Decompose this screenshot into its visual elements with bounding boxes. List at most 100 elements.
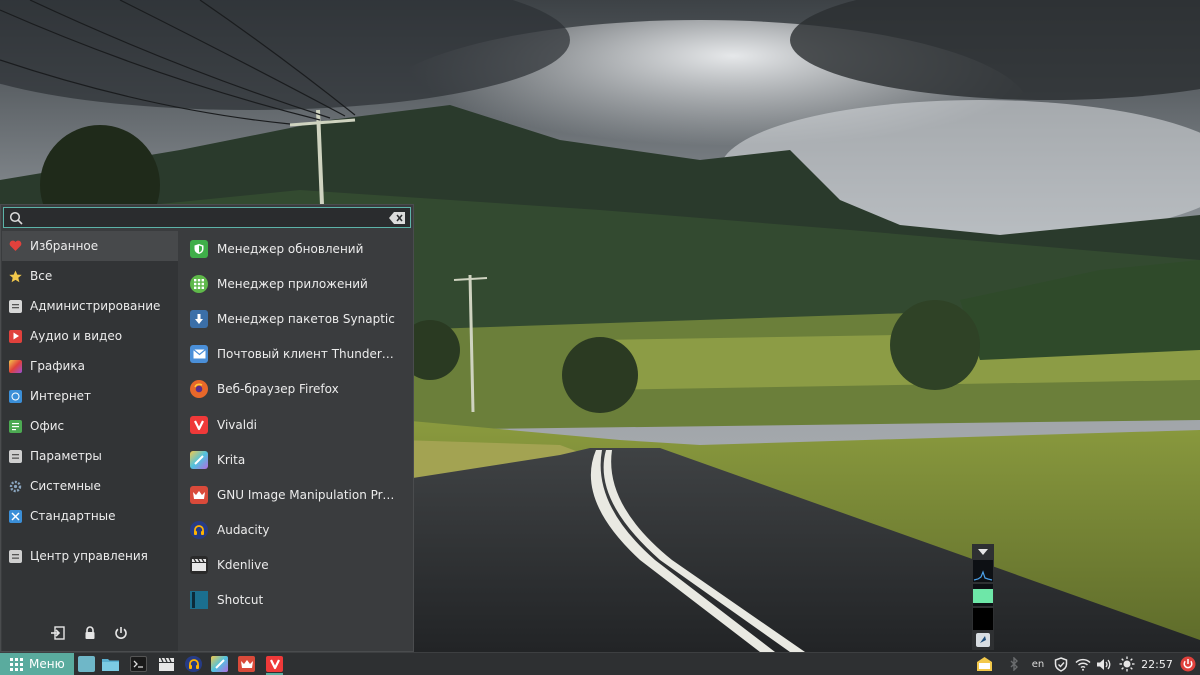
redshift-sun-icon[interactable] bbox=[1118, 656, 1136, 672]
category-label: Центр управления bbox=[30, 549, 148, 563]
category-administration[interactable]: Администрирование bbox=[2, 291, 178, 321]
clapper-icon bbox=[190, 556, 208, 575]
office-icon bbox=[9, 419, 22, 433]
menu-button[interactable]: Меню bbox=[0, 653, 74, 675]
app-thunderbird[interactable]: Почтовый клиент Thunderbird bbox=[181, 337, 413, 372]
power-icon[interactable] bbox=[113, 625, 129, 641]
system-monitor-icon[interactable] bbox=[973, 560, 993, 582]
category-internet[interactable]: Интернет bbox=[2, 381, 178, 411]
file-manager-icon[interactable] bbox=[102, 656, 119, 672]
app-label: Менеджер пакетов Synaptic bbox=[217, 311, 395, 326]
category-label: Параметры bbox=[30, 449, 102, 463]
mail-icon bbox=[190, 345, 208, 364]
notes-icon[interactable] bbox=[975, 656, 993, 672]
app-krita[interactable]: Krita bbox=[181, 442, 413, 477]
app-label: Krita bbox=[217, 452, 246, 467]
audacity-taskbar-icon[interactable] bbox=[185, 656, 202, 672]
graphics-icon bbox=[9, 359, 22, 373]
category-label: Все bbox=[30, 269, 53, 283]
clock[interactable]: 22:57 bbox=[1140, 656, 1174, 672]
accessories-icon bbox=[9, 509, 22, 523]
taskbar: Меню en 22:57 bbox=[0, 652, 1200, 675]
app-label: Менеджер приложений bbox=[217, 276, 368, 291]
logout-icon[interactable] bbox=[50, 625, 66, 641]
shield-icon bbox=[190, 239, 208, 258]
category-control-center[interactable]: Центр управления bbox=[2, 541, 178, 571]
category-label: Системные bbox=[30, 479, 101, 493]
category-graphics[interactable]: Графика bbox=[2, 351, 178, 381]
category-favorites[interactable]: Избранное bbox=[2, 231, 178, 261]
keyboard-layout[interactable]: en bbox=[1030, 656, 1046, 672]
search-bar[interactable] bbox=[3, 207, 411, 228]
shutdown-icon[interactable] bbox=[1179, 656, 1197, 672]
category-office[interactable]: Офис bbox=[2, 411, 178, 441]
update-shield-icon[interactable] bbox=[1053, 656, 1069, 672]
category-label: Интернет bbox=[30, 389, 92, 403]
session-buttons bbox=[2, 615, 178, 651]
internet-icon bbox=[9, 389, 22, 403]
app-update-manager[interactable]: Менеджер обновлений bbox=[181, 231, 413, 266]
lock-icon[interactable] bbox=[82, 625, 98, 641]
search-icon bbox=[9, 211, 23, 225]
show-desktop-icon[interactable] bbox=[78, 656, 95, 672]
menu-button-label: Меню bbox=[29, 657, 65, 671]
category-system[interactable]: Системные bbox=[2, 471, 178, 501]
category-preferences[interactable]: Параметры bbox=[2, 441, 178, 471]
gimp-taskbar-icon[interactable] bbox=[238, 656, 255, 672]
app-label: Audacity bbox=[217, 523, 270, 538]
category-label: Стандартные bbox=[30, 509, 116, 523]
headphones-icon bbox=[190, 521, 208, 540]
clear-search-icon[interactable] bbox=[389, 212, 405, 224]
vivaldi-taskbar-icon[interactable] bbox=[266, 656, 283, 675]
app-label: Почтовый клиент Thunderbird bbox=[217, 347, 397, 362]
app-kdenlive[interactable]: Kdenlive bbox=[181, 548, 413, 583]
bluetooth-icon[interactable] bbox=[1008, 656, 1020, 672]
system-gear-icon bbox=[9, 480, 22, 493]
settings-icon bbox=[9, 449, 22, 463]
app-label: Менеджер обновлений bbox=[217, 241, 364, 256]
update-status-icon[interactable] bbox=[973, 632, 993, 648]
brush-icon bbox=[190, 450, 208, 469]
category-label: Избранное bbox=[30, 239, 99, 253]
wifi-icon[interactable] bbox=[1074, 656, 1092, 672]
category-audio-video[interactable]: Аудио и видео bbox=[2, 321, 178, 351]
volume-icon[interactable] bbox=[1095, 656, 1113, 672]
network-monitor-icon[interactable] bbox=[973, 608, 993, 630]
menu-grid-icon bbox=[10, 657, 23, 671]
app-grid-icon bbox=[190, 274, 208, 293]
app-shotcut[interactable]: Shotcut bbox=[181, 583, 413, 618]
krita-taskbar-icon[interactable] bbox=[211, 656, 228, 672]
app-gimp[interactable]: GNU Image Manipulation Prog… bbox=[181, 477, 413, 512]
download-icon bbox=[190, 309, 208, 328]
app-label: GNU Image Manipulation Prog… bbox=[217, 487, 397, 502]
star-icon bbox=[9, 270, 22, 283]
tray-overflow-panel bbox=[972, 544, 994, 650]
terminal-icon[interactable] bbox=[130, 656, 147, 672]
app-label: Веб-браузер Firefox bbox=[217, 382, 339, 397]
category-label: Графика bbox=[30, 359, 85, 373]
heart-icon bbox=[9, 240, 22, 253]
play-icon bbox=[9, 329, 22, 343]
app-vivaldi[interactable]: Vivaldi bbox=[181, 407, 413, 442]
memory-monitor-icon[interactable] bbox=[973, 584, 993, 606]
shotcut-icon bbox=[190, 591, 208, 610]
gimp-icon bbox=[190, 485, 208, 504]
app-list: Менеджер обновлений Менеджер приложений … bbox=[181, 231, 413, 618]
control-center-icon bbox=[9, 549, 22, 563]
category-all[interactable]: Все bbox=[2, 261, 178, 291]
app-firefox[interactable]: Веб-браузер Firefox bbox=[181, 372, 413, 407]
category-accessories[interactable]: Стандартные bbox=[2, 501, 178, 531]
app-label: Vivaldi bbox=[217, 417, 258, 432]
vivaldi-icon bbox=[190, 415, 208, 434]
category-list: Избранное Все Администрирование Аудио и … bbox=[2, 231, 178, 615]
search-input[interactable] bbox=[26, 209, 386, 226]
app-software-manager[interactable]: Менеджер приложений bbox=[181, 266, 413, 301]
app-audacity[interactable]: Audacity bbox=[181, 513, 413, 548]
category-label: Аудио и видео bbox=[30, 329, 123, 343]
start-menu: Избранное Все Администрирование Аудио и … bbox=[0, 204, 414, 652]
kdenlive-taskbar-icon[interactable] bbox=[158, 656, 175, 672]
category-label: Администрирование bbox=[30, 299, 161, 313]
collapse-tray-icon[interactable] bbox=[973, 546, 993, 558]
app-synaptic[interactable]: Менеджер пакетов Synaptic bbox=[181, 301, 413, 336]
app-label: Kdenlive bbox=[217, 558, 269, 573]
